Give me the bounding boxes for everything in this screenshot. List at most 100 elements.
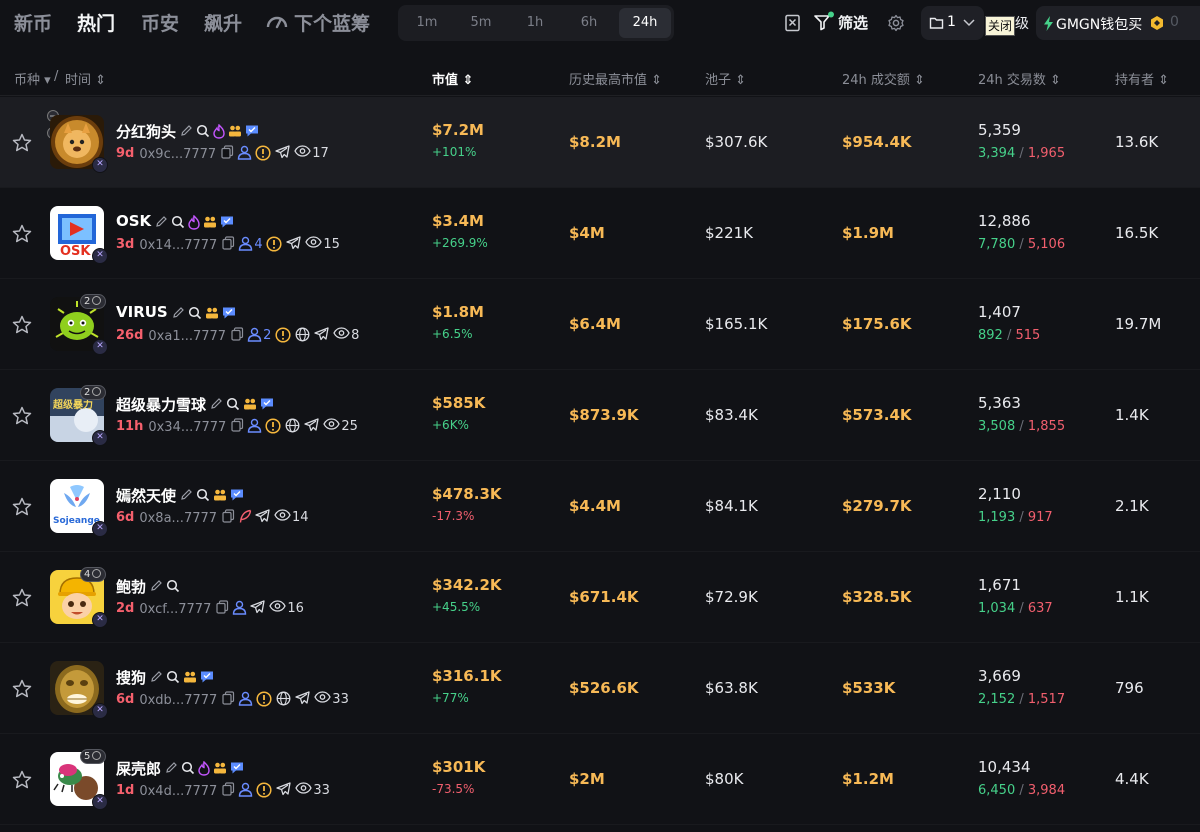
- favorite-star-icon[interactable]: [12, 497, 32, 516]
- table-row[interactable]: 4 ✕ 鲍勃 2d 0xcf...7777 16 $342.2K +45.5% $671.4K $…: [0, 552, 1200, 643]
- copy-icon[interactable]: [222, 509, 235, 523]
- edit-icon[interactable]: [210, 397, 223, 410]
- telegram-icon[interactable]: [314, 327, 329, 341]
- search-icon[interactable]: [166, 579, 180, 593]
- volume-24h: $279.7K: [842, 497, 912, 515]
- telegram-icon[interactable]: [286, 236, 301, 250]
- token-name[interactable]: 嫣然天使: [116, 485, 176, 506]
- tab-new[interactable]: 新币: [14, 9, 52, 36]
- timeframe-5m[interactable]: 5m: [460, 5, 502, 41]
- bookmark-x-icon[interactable]: [784, 14, 802, 32]
- favorite-star-icon[interactable]: [12, 770, 32, 789]
- pool-liquidity: $307.6K: [705, 133, 768, 151]
- telegram-icon[interactable]: [250, 600, 265, 614]
- timeframe-24h[interactable]: 24h: [619, 8, 671, 38]
- token-name[interactable]: 搜狗: [116, 667, 146, 688]
- search-icon[interactable]: [171, 215, 185, 229]
- search-icon[interactable]: [181, 761, 195, 775]
- copy-icon[interactable]: [231, 418, 244, 432]
- favorite-star-icon[interactable]: [12, 224, 32, 243]
- edit-icon[interactable]: [172, 306, 185, 319]
- copy-icon[interactable]: [216, 600, 229, 614]
- contract-address[interactable]: 0xcf...7777: [139, 602, 211, 617]
- col-holders-sort[interactable]: 持有者 ⇕: [1115, 69, 1169, 88]
- dev-holders-count: 2: [263, 328, 272, 343]
- globe-icon[interactable]: [295, 327, 310, 342]
- table-row[interactable]: ✕ 分红狗头 9d 0x9c...7777 17 $7.2M +101% $8.2M $307.…: [0, 97, 1200, 188]
- badge-counter: 4: [80, 567, 106, 582]
- search-icon[interactable]: [196, 488, 210, 502]
- contract-address[interactable]: 0xdb...7777: [139, 693, 217, 708]
- contract-address[interactable]: 0x4d...7777: [139, 784, 217, 799]
- col-volume-sort[interactable]: 24h 成交额 ⇕: [842, 69, 925, 88]
- filter-icon[interactable]: [813, 11, 835, 33]
- copy-icon[interactable]: [222, 782, 235, 796]
- col-txcount-sort[interactable]: 24h 交易数 ⇕: [978, 69, 1061, 88]
- search-icon[interactable]: [188, 306, 202, 320]
- contract-address[interactable]: 0x9c...7777: [139, 147, 216, 162]
- filter-button[interactable]: 筛选: [838, 12, 868, 33]
- warning-icon: [256, 691, 272, 707]
- edit-icon[interactable]: [150, 670, 163, 683]
- col-ath-sort[interactable]: 历史最高市值 ⇕: [569, 69, 662, 88]
- contract-address[interactable]: 0x8a...7777: [139, 511, 217, 526]
- edit-icon[interactable]: [155, 215, 168, 228]
- token-name[interactable]: 屎壳郎: [116, 758, 161, 779]
- favorite-star-icon[interactable]: [12, 315, 32, 334]
- table-row[interactable]: OSK ✕ OSK 3d 0x14...7777 4 15 $3.4M +269.9% $4M $2…: [0, 188, 1200, 279]
- token-age: 11h: [116, 419, 144, 434]
- tab-next-bluechip[interactable]: 下个蓝筹: [294, 9, 370, 36]
- tab-surge[interactable]: 飙升: [204, 9, 242, 36]
- copy-icon[interactable]: [222, 691, 235, 705]
- token-name[interactable]: OSK: [116, 212, 151, 230]
- copy-icon[interactable]: [231, 327, 244, 341]
- settings-gear-icon[interactable]: [887, 14, 905, 32]
- globe-icon[interactable]: [285, 418, 300, 433]
- token-name[interactable]: VIRUS: [116, 303, 168, 321]
- token-name[interactable]: 超级暴力雪球: [116, 394, 206, 415]
- contract-address[interactable]: 0x34...7777: [148, 420, 226, 435]
- telegram-icon[interactable]: [255, 509, 270, 523]
- telegram-icon[interactable]: [295, 691, 310, 705]
- preset-dropdown[interactable]: 1: [921, 6, 984, 40]
- table-row[interactable]: Sojeange ✕ 嫣然天使 6d 0x8a...7777 14 $478.3K -17.3…: [0, 461, 1200, 552]
- telegram-icon[interactable]: [275, 145, 290, 159]
- search-icon[interactable]: [166, 670, 180, 684]
- edit-icon[interactable]: [180, 124, 193, 137]
- table-row[interactable]: 2 ✕ VIRUS 26d 0xa1...7777 2 8 $1.8M +6.5% $6.4M $1…: [0, 279, 1200, 370]
- market-cap-change: +6K%: [432, 418, 469, 432]
- search-icon[interactable]: [196, 124, 210, 138]
- timeframe-1m[interactable]: 1m: [406, 5, 448, 41]
- tab-binance[interactable]: 币安: [141, 9, 179, 36]
- token-name[interactable]: 鲍勃: [116, 576, 146, 597]
- copy-icon[interactable]: [222, 236, 235, 250]
- table-row[interactable]: ✕ 搜狗 6d 0xdb...7777 33 $316.1K +77% $526.6K $63.…: [0, 643, 1200, 734]
- edit-icon[interactable]: [180, 488, 193, 501]
- timeframe-6h[interactable]: 6h: [568, 5, 610, 41]
- globe-icon[interactable]: [276, 691, 291, 706]
- col-time-sort[interactable]: 时间 ⇕: [65, 69, 106, 88]
- edit-icon[interactable]: [165, 761, 178, 774]
- favorite-star-icon[interactable]: [12, 588, 32, 607]
- telegram-icon[interactable]: [304, 418, 319, 432]
- edit-icon[interactable]: [150, 579, 163, 592]
- contract-address[interactable]: 0xa1...7777: [148, 329, 226, 344]
- favorite-star-icon[interactable]: [12, 406, 32, 425]
- col-coin-sort[interactable]: 币种 ▾: [14, 69, 51, 88]
- token-name[interactable]: 分红狗头: [116, 121, 176, 142]
- col-pool-sort[interactable]: 池子 ⇕: [705, 69, 746, 88]
- tab-trending[interactable]: 热门: [77, 9, 115, 36]
- copy-icon[interactable]: [221, 145, 234, 159]
- col-mcap-sort[interactable]: 市值 ⇕: [432, 69, 473, 88]
- close-tooltip: 关闭: [985, 16, 1016, 36]
- favorite-star-icon[interactable]: [12, 133, 32, 152]
- table-row[interactable]: 5 ✕ 屎壳郎 1d 0x4d...7777 33 $301K -73.5% $2M $80K $1…: [0, 734, 1200, 825]
- contract-address[interactable]: 0x14...7777: [139, 238, 217, 253]
- search-icon[interactable]: [226, 397, 240, 411]
- timeframe-1h[interactable]: 1h: [514, 5, 556, 41]
- favorite-star-icon[interactable]: [12, 679, 32, 698]
- buy-amount-input[interactable]: 0: [1170, 14, 1179, 30]
- telegram-icon[interactable]: [276, 782, 291, 796]
- gmgn-wallet-buy[interactable]: GMGN钱包买 0: [1036, 6, 1200, 40]
- table-row[interactable]: 超级暴力 2 ✕ 超级暴力雪球 11h 0x34...7777 25 $585K +6K% $87…: [0, 370, 1200, 461]
